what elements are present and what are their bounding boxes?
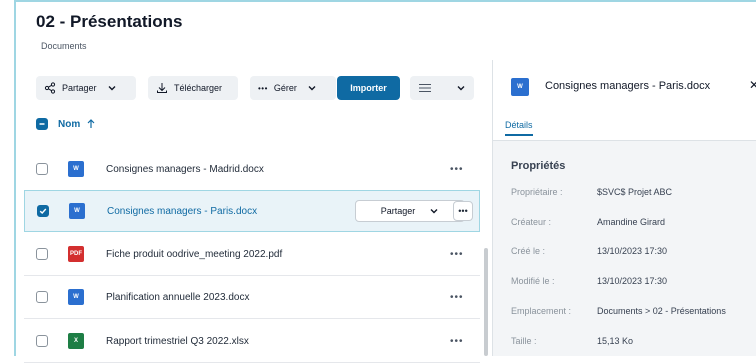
file-name[interactable]: Consignes managers - Paris.docx	[107, 206, 257, 217]
row-checkbox[interactable]	[37, 205, 49, 217]
word-file-icon: W	[68, 161, 84, 177]
breadcrumb[interactable]: Documents	[41, 41, 87, 51]
list-header: Nom	[36, 118, 96, 130]
download-label: Télécharger	[174, 83, 223, 93]
tab-details[interactable]: Détails	[505, 120, 533, 136]
more-actions-button[interactable]: •••	[450, 336, 464, 347]
property-label: Modifié le :	[511, 276, 555, 286]
view-mode-button[interactable]	[410, 76, 474, 100]
word-file-icon: W	[68, 289, 84, 305]
property-label: Taille :	[511, 336, 537, 346]
property-value: 15,13 Ko	[597, 336, 634, 346]
row-share-label: Partager	[380, 206, 416, 216]
download-button[interactable]: Télécharger	[148, 76, 238, 100]
list-view-icon	[418, 83, 432, 93]
list-item[interactable]: PDF Fiche produit oodrive_meeting 2022.p…	[24, 233, 480, 276]
import-button[interactable]: Importer	[337, 76, 400, 100]
page-title: 02 - Présentations	[36, 12, 183, 31]
chevron-down-icon	[429, 206, 439, 216]
import-label: Importer	[350, 83, 387, 93]
property-label: Emplacement :	[511, 306, 572, 316]
share-button[interactable]: Partager	[36, 76, 136, 100]
more-icon: •••	[258, 83, 268, 93]
chevron-down-icon	[107, 83, 117, 93]
property-value: $SVC$ Projet ABC	[597, 187, 673, 197]
file-name[interactable]: Rapport trimestriel Q3 2022.xlsx	[106, 336, 249, 347]
row-share-button[interactable]: Partager	[355, 200, 465, 222]
more-actions-button[interactable]: •••	[450, 164, 464, 175]
file-name[interactable]: Fiche produit oodrive_meeting 2022.pdf	[106, 249, 282, 260]
property-label: Créateur :	[511, 217, 552, 227]
row-checkbox[interactable]	[36, 291, 48, 303]
file-name[interactable]: Consignes managers - Madrid.docx	[106, 164, 264, 175]
excel-file-icon: X	[68, 333, 84, 349]
property-value: 13/10/2023 17:30	[597, 276, 668, 286]
more-actions-button[interactable]: •••	[453, 201, 473, 221]
more-actions-button[interactable]: •••	[450, 249, 464, 260]
word-file-icon: W	[69, 203, 85, 219]
row-checkbox[interactable]	[36, 248, 48, 260]
more-actions-button[interactable]: •••	[450, 292, 464, 303]
details-tabs: Détails	[493, 116, 756, 141]
share-label: Partager	[62, 83, 97, 93]
download-icon	[156, 82, 168, 94]
chevron-down-icon	[307, 83, 317, 93]
list-scrollbar[interactable]	[484, 248, 488, 356]
manage-label: Gérer	[273, 83, 297, 93]
word-file-icon: W	[511, 78, 529, 96]
file-name[interactable]: Planification annuelle 2023.docx	[106, 292, 249, 303]
sort-up-icon	[86, 119, 96, 129]
property-value: 13/10/2023 17:30	[597, 246, 668, 256]
property-value: Amandine Girard	[597, 217, 666, 227]
details-header: W Consignes managers - Paris.docx ✕	[493, 60, 756, 116]
property-label: Propriétaire :	[511, 187, 563, 197]
manage-button[interactable]: ••• Gérer	[250, 76, 336, 100]
row-checkbox[interactable]	[36, 335, 48, 347]
pdf-file-icon: PDF	[68, 246, 84, 262]
row-checkbox[interactable]	[36, 163, 48, 175]
details-panel: W Consignes managers - Paris.docx ✕ Déta…	[492, 60, 756, 356]
list-item[interactable]: X Rapport trimestriel Q3 2022.xlsx •••	[24, 320, 480, 363]
property-value: Documents > 02 - Présentations	[597, 306, 726, 316]
chevron-down-icon	[456, 83, 466, 93]
property-label: Créé le :	[511, 246, 546, 256]
name-column-label: Nom	[58, 118, 81, 130]
share-icon	[44, 82, 56, 94]
close-icon[interactable]: ✕	[749, 78, 756, 92]
list-item[interactable]: W Planification annuelle 2023.docx •••	[24, 276, 480, 319]
list-item[interactable]: W Consignes managers - Madrid.docx •••	[24, 148, 480, 191]
select-all-checkbox[interactable]	[36, 118, 48, 130]
properties-title: Propriétés	[511, 160, 566, 172]
name-column-header[interactable]: Nom	[58, 119, 96, 130]
list-item-selected[interactable]: W Consignes managers - Paris.docx Partag…	[24, 190, 480, 232]
details-file-name: Consignes managers - Paris.docx	[545, 80, 711, 92]
